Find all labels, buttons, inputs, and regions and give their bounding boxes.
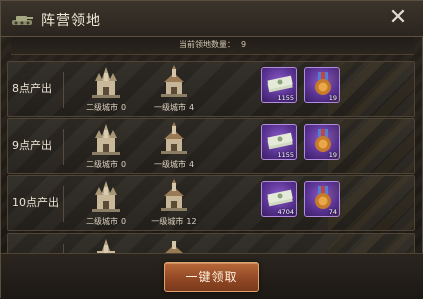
medal-reward-slot[interactable]: 19: [304, 124, 340, 160]
cash-reward-count: 4704: [277, 208, 294, 216]
cash-stack-icon: [267, 132, 293, 150]
cash-reward-count: 1155: [277, 151, 294, 159]
title-bar: 阵营领地 ✕: [1, 1, 423, 37]
level1-city-label: 一级城市 4: [153, 160, 195, 169]
level2-city-label: 二级城市 0: [85, 103, 127, 112]
cash-reward-slot[interactable]: 1155: [261, 67, 297, 103]
church-icon: [161, 179, 187, 211]
level1-city-label: 一级城市 12: [151, 217, 197, 226]
output-time-label: 8点产出: [12, 82, 52, 95]
medal-reward-count: 19: [328, 94, 337, 102]
output-row: 9点产出 二级城市 0 一级城市 4 1155 19: [7, 118, 415, 174]
territory-count-strip: 当前领地数量： 9: [11, 37, 414, 55]
row-divider: [63, 72, 64, 108]
medal-reward-slot[interactable]: 19: [304, 67, 340, 103]
level1-city-label: 一级城市 4: [153, 103, 195, 112]
close-icon[interactable]: ✕: [386, 7, 410, 31]
output-row: 8点产出 二级城市 0 一级城市 4 1155 19: [7, 61, 415, 117]
row-divider: [63, 186, 64, 222]
output-time-label: 10点产出: [12, 196, 59, 209]
cash-stack-icon: [267, 189, 293, 207]
level2-city: 二级城市 0: [74, 179, 138, 229]
church-icon: [161, 65, 187, 97]
level1-city: 一级城市 12: [142, 179, 206, 229]
cash-reward-slot[interactable]: 4704: [261, 181, 297, 217]
level2-city: 二级城市 0: [74, 122, 138, 172]
cathedral-icon: [92, 67, 120, 98]
level1-city: 一级城市 4: [142, 65, 206, 115]
cathedral-icon: [92, 181, 120, 212]
window-title: 阵营领地: [41, 13, 101, 29]
cathedral-icon: [92, 124, 120, 155]
claim-all-button[interactable]: 一键领取: [164, 262, 259, 292]
medal-reward-slot[interactable]: 74: [304, 181, 340, 217]
cash-stack-icon: [267, 75, 293, 93]
output-row: 10点产出 二级城市 0 一级城市 12 4704 74: [7, 175, 415, 231]
level2-city: 二级城市 0: [74, 65, 138, 115]
cash-reward-slot[interactable]: 1155: [261, 124, 297, 160]
level2-city-label: 二级城市 0: [85, 160, 127, 169]
level1-city: 一级城市 4: [142, 122, 206, 172]
territory-panel: 阵营领地 ✕ 当前领地数量： 9 8点产出 二级城市 0 一级城市 4 1155…: [0, 0, 423, 299]
territory-count-label: 当前领地数量：: [178, 40, 235, 49]
church-icon: [161, 122, 187, 154]
level2-city-label: 二级城市 0: [85, 217, 127, 226]
bottom-action-bar: 一键领取: [1, 253, 423, 299]
medal-reward-count: 19: [328, 151, 337, 159]
row-divider: [63, 129, 64, 165]
cash-reward-count: 1155: [277, 94, 294, 102]
territory-count-value: 9: [240, 40, 247, 49]
output-time-label: 9点产出: [12, 139, 52, 152]
tank-icon: [11, 11, 33, 27]
medal-reward-count: 74: [328, 208, 337, 216]
